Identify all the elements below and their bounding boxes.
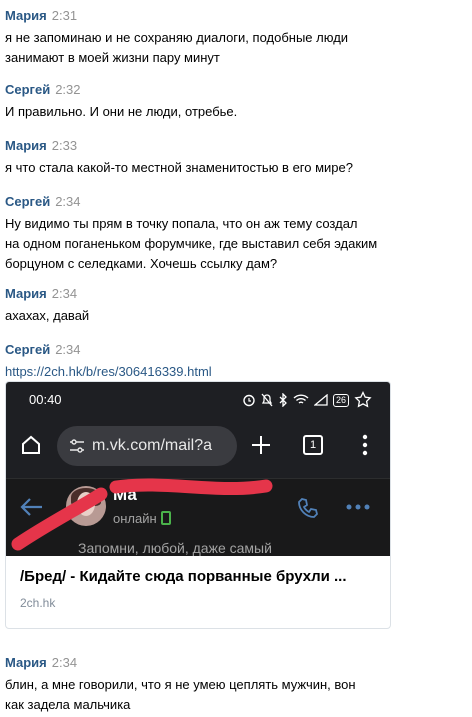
url-text: m.vk.com/mail?a [92, 437, 213, 454]
message: Мария 2:31 я не запоминаю и не сохраняю д… [5, 8, 467, 68]
message: Сергей 2:32 И правильно. И они не люди, о… [5, 82, 467, 122]
message-text: ахахах, давай [5, 308, 90, 323]
message-text: я что стала какой-то местной знаменитост… [5, 160, 353, 175]
star-icon [354, 391, 372, 409]
message-author[interactable]: Мария [5, 138, 47, 153]
link-preview-image: 00:40 26 m.vk.com/mail?a 1 Ма онлайн Зап… [6, 382, 390, 556]
message-time[interactable]: 2:34 [55, 194, 80, 209]
tab-count: 1 [303, 435, 323, 455]
online-status: онлайн [113, 511, 171, 526]
link-preview-card[interactable]: 00:40 26 m.vk.com/mail?a 1 Ма онлайн Зап… [5, 381, 391, 629]
message-time[interactable]: 2:34 [52, 655, 77, 670]
message-link[interactable]: https://2ch.hk/b/res/306416339.html [5, 362, 212, 382]
browser-address-bar: m.vk.com/mail?a 1 [6, 418, 390, 476]
battery-icon: 26 [332, 393, 349, 407]
back-arrow-icon [20, 497, 44, 522]
message: Мария 2:34 блин, а мне говорили, что я не… [5, 655, 467, 715]
phone-status-bar: 00:40 26 [6, 382, 390, 418]
vk-chat-header: Ма онлайн Запомни, любой, даже самый [6, 478, 390, 556]
phone-icon [296, 496, 320, 525]
message-time[interactable]: 2:32 [55, 82, 80, 97]
more-vert-icon [362, 434, 368, 461]
message-text: Ну видимо ты прям в точку попала, что он… [5, 216, 378, 271]
alarm-icon [242, 393, 256, 407]
message: Мария 2:33 я что стала какой-то местной з… [5, 138, 467, 178]
message-preview: Запомни, любой, даже самый [78, 540, 272, 556]
mobile-icon [160, 511, 171, 525]
link-preview-site: 2ch.hk [20, 596, 56, 610]
message-author[interactable]: Сергей [5, 342, 50, 357]
plus-icon [250, 434, 272, 461]
message-time[interactable]: 2:34 [55, 342, 80, 357]
message-text: я не запоминаю и не сохраняю диалоги, по… [5, 30, 349, 65]
home-icon [20, 434, 42, 461]
message-author[interactable]: Мария [5, 8, 47, 23]
message-text: блин, а мне говорили, что я не умею цепл… [5, 677, 356, 712]
message-time[interactable]: 2:31 [52, 8, 77, 23]
contact-name: Ма [113, 485, 137, 504]
wifi-icon [293, 394, 309, 406]
signal-icon [313, 394, 328, 406]
message: Сергей 2:34 Ну видимо ты прям в точку поп… [5, 194, 467, 274]
message-author[interactable]: Мария [5, 655, 47, 670]
message-author[interactable]: Сергей [5, 194, 50, 209]
link-preview-title[interactable]: /Бред/ - Кидайте сюда порванные брухли .… [20, 568, 346, 585]
message-author[interactable]: Сергей [5, 82, 50, 97]
message-time[interactable]: 2:34 [52, 286, 77, 301]
avatar [66, 486, 106, 526]
mute-icon [261, 393, 273, 407]
bluetooth-icon [278, 393, 288, 407]
url-field: m.vk.com/mail?a [57, 426, 237, 466]
message-author[interactable]: Мария [5, 286, 47, 301]
tune-icon [69, 438, 85, 459]
message-time[interactable]: 2:33 [52, 138, 77, 153]
more-horiz-icon [346, 497, 370, 515]
message-text: И правильно. И они не люди, отребье. [5, 104, 238, 119]
message: Сергей 2:34 https://2ch.hk/b/res/30641633… [5, 342, 467, 382]
message: Мария 2:34 ахахах, давай [5, 286, 467, 326]
status-clock: 00:40 [29, 392, 62, 407]
online-status-text: онлайн [113, 511, 157, 526]
